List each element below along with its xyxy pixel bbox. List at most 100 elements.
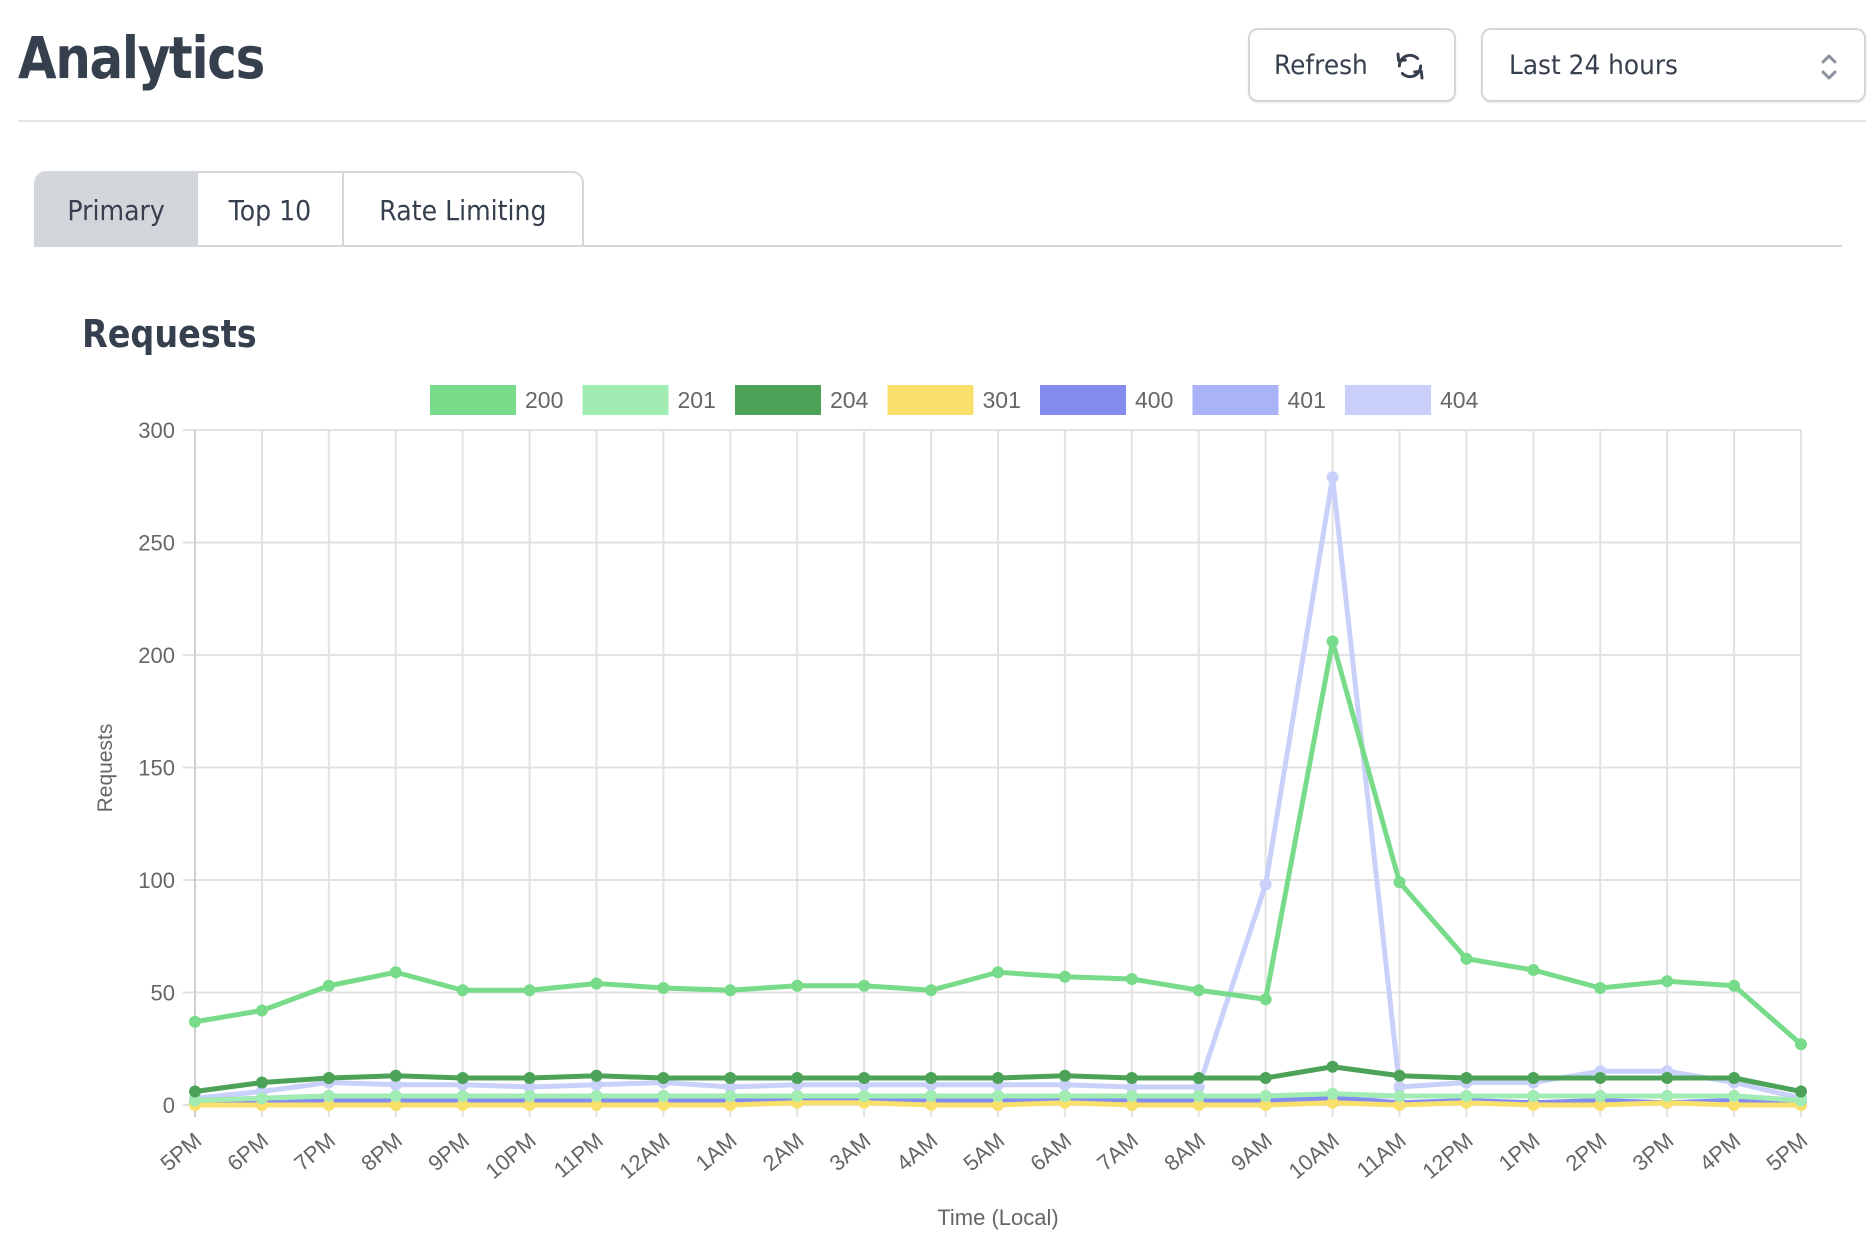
- x-tick-label: 10PM: [481, 1128, 541, 1184]
- data-point-204: [523, 1072, 536, 1084]
- chart-legend: 200 201 204 301 400 401 404: [430, 385, 1479, 415]
- data-point-201: [590, 1090, 603, 1102]
- x-tick-label: 6AM: [1025, 1128, 1076, 1176]
- x-tick-label: 7AM: [1092, 1128, 1143, 1176]
- x-tick-label: 4AM: [892, 1128, 943, 1176]
- data-point-200: [322, 979, 335, 992]
- data-point-201: [1527, 1090, 1540, 1102]
- data-point-200: [657, 982, 670, 994]
- x-tick-label: 8AM: [1159, 1128, 1210, 1176]
- data-point-204: [1460, 1072, 1473, 1084]
- legend-swatch-204: [735, 385, 821, 415]
- data-point-204: [1326, 1060, 1339, 1073]
- legend-item-301: 301: [887, 385, 1021, 415]
- data-point-201: [1460, 1090, 1473, 1102]
- x-tick-label: 7PM: [289, 1128, 340, 1176]
- x-tick-label: 10AM: [1284, 1128, 1344, 1184]
- legend-item-404: 404: [1345, 385, 1479, 415]
- y-axis-label: Requests: [94, 724, 117, 813]
- legend-item-201: 201: [582, 385, 716, 415]
- legend-item-401: 401: [1192, 385, 1326, 415]
- data-point-201: [724, 1090, 737, 1102]
- data-point-204: [858, 1072, 871, 1084]
- data-point-404: [1259, 878, 1272, 891]
- x-tick-label: 1AM: [691, 1128, 742, 1176]
- data-point-200: [1527, 964, 1540, 976]
- data-point-201: [1192, 1090, 1205, 1102]
- x-tick-label: 12PM: [1418, 1128, 1478, 1184]
- data-point-201: [1728, 1090, 1741, 1102]
- data-point-204: [189, 1085, 201, 1098]
- legend-label-200: 200: [525, 387, 563, 413]
- data-point-204: [1393, 1069, 1406, 1082]
- data-point-201: [523, 1090, 536, 1102]
- data-point-200: [1728, 979, 1741, 992]
- x-tick-label: 2AM: [758, 1128, 809, 1176]
- legend-label-400: 400: [1135, 387, 1173, 413]
- legend-label-401: 401: [1288, 387, 1326, 413]
- data-point-204: [456, 1072, 469, 1084]
- legend-label-204: 204: [830, 387, 869, 413]
- data-point-200: [1393, 876, 1406, 889]
- data-point-201: [858, 1090, 871, 1102]
- legend-label-201: 201: [678, 387, 716, 413]
- data-point-201: [1058, 1090, 1071, 1102]
- x-tick-label: 5AM: [958, 1128, 1009, 1176]
- data-point-204: [1795, 1085, 1807, 1098]
- data-point-200: [523, 984, 536, 997]
- data-point-204: [791, 1072, 804, 1084]
- data-point-201: [1326, 1087, 1339, 1100]
- x-tick-label: 11PM: [549, 1128, 608, 1183]
- chart-grid: [183, 429, 1802, 1117]
- data-point-204: [590, 1069, 603, 1082]
- x-tick-label: 11AM: [1352, 1128, 1411, 1183]
- data-point-200: [992, 966, 1004, 979]
- requests-chart: 050100150200250300 5PM 6PM 7PM 8PM 9PM 10PM 11…: [94, 385, 1812, 1230]
- x-tick-label: 5PM: [1761, 1128, 1812, 1176]
- data-point-201: [992, 1090, 1004, 1102]
- y-tick-label: 250: [138, 531, 175, 556]
- data-point-201: [1393, 1090, 1406, 1102]
- x-axis-label: Time (Local): [937, 1205, 1058, 1230]
- data-point-201: [925, 1090, 938, 1102]
- data-point-200: [791, 979, 804, 992]
- x-tick-label: 2PM: [1561, 1128, 1612, 1176]
- legend-swatch-301: [887, 385, 974, 415]
- legend-item-400: 400: [1040, 385, 1173, 415]
- data-point-204: [1594, 1072, 1607, 1084]
- data-point-204: [1527, 1072, 1540, 1084]
- legend-label-301: 301: [983, 387, 1021, 413]
- data-point-201: [456, 1090, 469, 1102]
- data-point-200: [1058, 970, 1071, 983]
- x-tick-label: 12AM: [615, 1128, 675, 1184]
- data-point-204: [322, 1072, 335, 1084]
- data-point-204: [1661, 1072, 1674, 1084]
- data-point-201: [255, 1092, 268, 1105]
- x-tick-label: 3PM: [1628, 1128, 1679, 1176]
- data-point-200: [1326, 635, 1339, 648]
- data-point-201: [389, 1090, 402, 1102]
- data-point-200: [1192, 984, 1205, 997]
- data-point-204: [657, 1072, 670, 1084]
- data-point-200: [1125, 973, 1138, 985]
- data-point-201: [1661, 1090, 1674, 1102]
- data-point-200: [189, 1015, 201, 1028]
- y-tick-label: 150: [138, 756, 175, 781]
- data-point-201: [322, 1090, 335, 1102]
- x-tick-label: 8PM: [356, 1128, 407, 1176]
- data-point-204: [255, 1076, 268, 1089]
- x-axis-ticks: 5PM 6PM 7PM 8PM 9PM 10PM 11PM 12AM 1AM 2AM 3AM 4AM 5…: [155, 1128, 1812, 1184]
- x-tick-label: 5PM: [155, 1128, 206, 1176]
- data-point-200: [590, 977, 603, 990]
- data-point-204: [1125, 1072, 1138, 1084]
- data-point-201: [1259, 1090, 1272, 1102]
- y-tick-label: 0: [163, 1093, 175, 1118]
- legend-swatch-404: [1345, 385, 1431, 415]
- data-point-204: [389, 1069, 402, 1082]
- data-point-204: [1192, 1072, 1205, 1084]
- legend-swatch-400: [1040, 385, 1126, 415]
- data-point-200: [456, 984, 469, 997]
- data-point-204: [925, 1072, 938, 1084]
- data-point-200: [1594, 982, 1607, 994]
- y-tick-label: 300: [138, 418, 175, 443]
